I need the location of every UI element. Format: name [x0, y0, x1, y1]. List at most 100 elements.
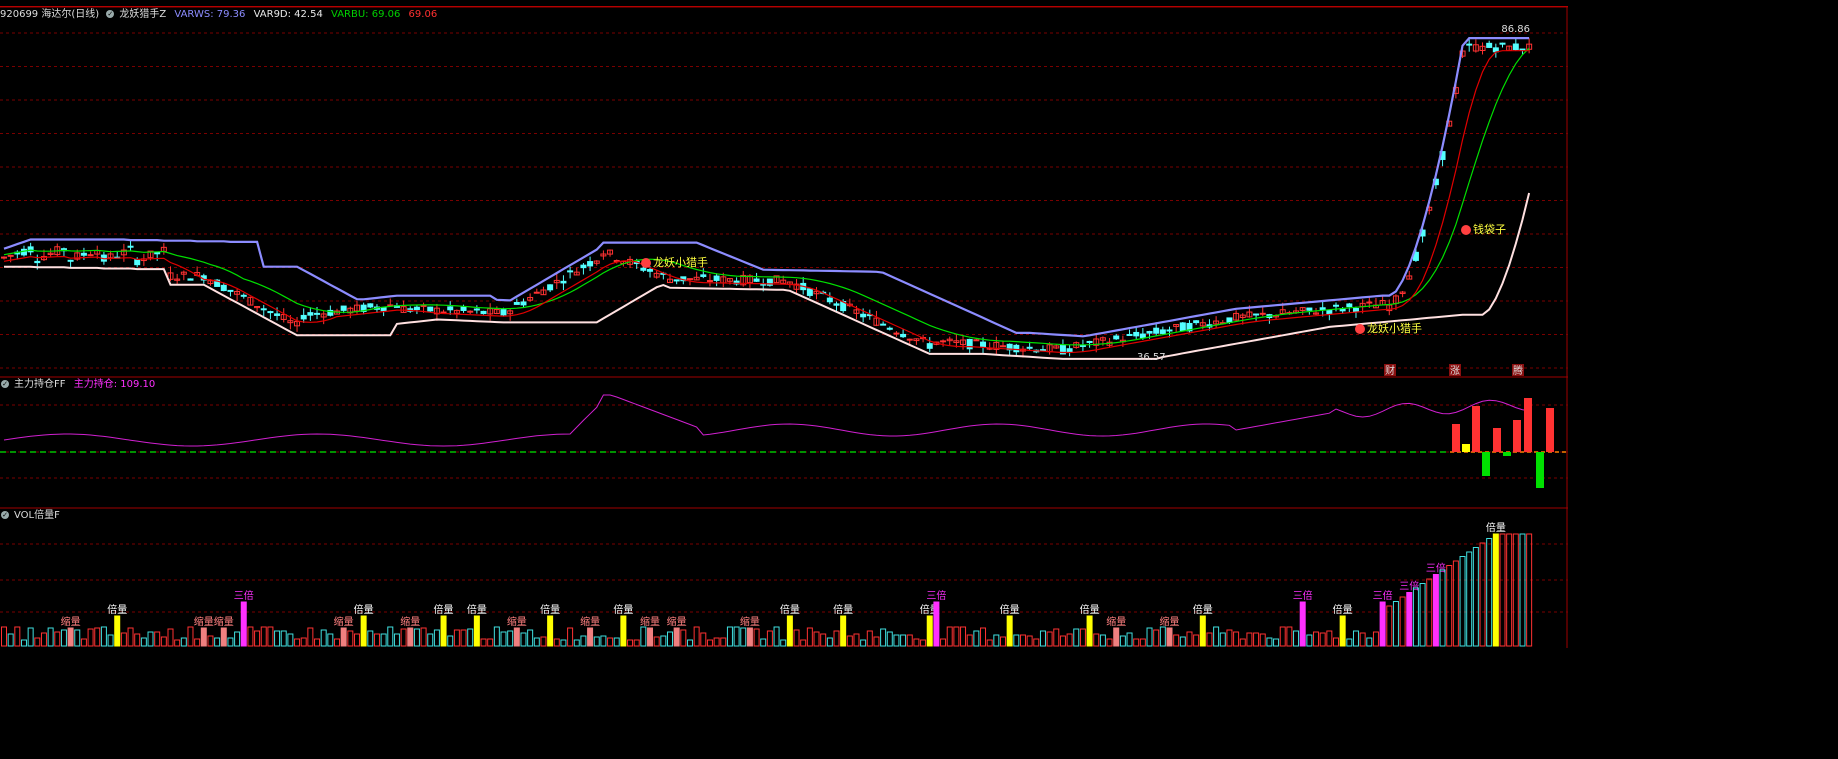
signal-mark-0: 财 — [1385, 364, 1395, 377]
volume-bar — [1339, 615, 1346, 647]
volume-bar — [713, 637, 720, 647]
varbu-value: VARBU: 69.06 — [331, 9, 401, 20]
volume-bar — [647, 627, 654, 647]
volume-bar — [1319, 632, 1326, 647]
candle-body — [1193, 320, 1200, 324]
volume-tag: 三倍 — [1373, 589, 1393, 602]
money-bag-tag-icon — [1461, 225, 1471, 235]
volume-bar — [1519, 533, 1526, 647]
candle-body — [380, 307, 387, 312]
volume-bar — [1466, 551, 1473, 647]
volume-bar — [1326, 630, 1333, 647]
volume-bar — [1399, 596, 1406, 647]
dragon-hunter-tag-1: 龙妖小猎手 — [653, 255, 708, 269]
candle-body — [806, 288, 813, 296]
volume-bar — [740, 627, 747, 647]
volume-bar — [986, 639, 993, 647]
volume-bar — [786, 615, 793, 647]
volume-bar — [513, 627, 520, 647]
volume-bar — [107, 634, 114, 647]
candle-body — [340, 305, 347, 311]
candle-body — [640, 267, 647, 271]
candle-body — [1126, 333, 1133, 336]
volume-bar — [1406, 592, 1413, 647]
vol-panel-header: ✓ VOL倍量F — [0, 509, 65, 523]
volume-bar — [407, 627, 414, 647]
volume-tag: 倍量 — [467, 603, 487, 616]
volume-bar — [7, 633, 14, 647]
volume-bar — [573, 639, 580, 647]
candle-body — [567, 270, 574, 273]
stock-chart: 86.8636.57龙妖小猎手龙妖小猎手钱袋子财涨腾缩量倍量缩量 缩量三倍缩量倍量… — [0, 6, 1568, 648]
candle-body — [880, 323, 887, 326]
volume-bar — [560, 639, 567, 647]
volume-bar — [1372, 631, 1379, 647]
volume-bar — [793, 629, 800, 647]
volume-bar — [860, 639, 867, 647]
dragon-hunter-tag-1-icon — [641, 258, 651, 268]
volume-bar — [1293, 630, 1300, 647]
candle-body — [1326, 309, 1333, 315]
volume-bar — [1213, 626, 1220, 647]
candle-body — [314, 312, 321, 315]
vol-check-icon[interactable]: ✓ — [1, 511, 9, 519]
volume-bar — [813, 631, 820, 647]
candle-body — [1306, 307, 1313, 311]
mid-panel-header: ✓ 主力持仓FF 主力持仓: 109.10 — [0, 378, 160, 392]
candle-body — [447, 306, 454, 311]
volume-bar — [1000, 636, 1006, 647]
volume-bar — [1492, 533, 1499, 647]
candle-body — [420, 304, 427, 307]
candle-body — [533, 291, 540, 294]
indicator-name[interactable]: 龙妖猎手Z — [119, 9, 166, 20]
candle-body — [274, 313, 281, 316]
volume-bar — [1193, 634, 1200, 647]
position-bar — [1493, 428, 1501, 452]
volume-tag: 缩量 — [640, 615, 660, 628]
volume-bar — [686, 639, 693, 647]
candle-body — [300, 314, 307, 320]
candle-body — [1133, 331, 1140, 337]
volume-bar — [267, 626, 274, 647]
volume-bar — [40, 632, 47, 647]
volume-bar — [1446, 565, 1453, 647]
volume-bar — [567, 627, 574, 647]
candle-body — [706, 280, 713, 283]
volume-bar — [1506, 533, 1513, 647]
volume-tag: 三倍 — [1293, 589, 1313, 602]
volume-bar — [966, 634, 973, 647]
volume-bar — [613, 637, 620, 647]
candle-body — [940, 340, 947, 343]
volume-tag: 缩量 — [740, 615, 760, 628]
candle-body — [7, 254, 14, 257]
volume-bar — [1439, 569, 1446, 647]
volume-bar — [1179, 636, 1186, 647]
candle-body — [547, 284, 554, 291]
volume-bar — [1226, 629, 1233, 647]
candle-body — [473, 308, 480, 311]
volume-bar — [400, 628, 407, 647]
volume-bar — [140, 637, 147, 647]
candle-body — [187, 278, 194, 281]
volume-bar — [1139, 638, 1146, 647]
volume-bar — [607, 637, 614, 647]
position-bar — [1546, 408, 1554, 452]
vol-panel-title[interactable]: VOL倍量F — [14, 510, 60, 521]
signal-mark-2: 腾 — [1513, 364, 1523, 377]
volume-tag: 倍量 — [1193, 603, 1213, 616]
volume-bar — [500, 631, 507, 647]
candle-body — [520, 301, 527, 306]
volume-tag: 倍量 — [1486, 521, 1506, 534]
volume-bar — [473, 615, 480, 647]
volume-bar — [114, 615, 121, 647]
main-position-line — [3, 394, 1530, 447]
candle-body — [1166, 329, 1173, 332]
volume-bar — [1, 626, 7, 647]
volume-tag: 倍量 — [1000, 603, 1020, 616]
volume-bar — [194, 638, 201, 647]
volume-bar — [906, 634, 913, 647]
mid-panel-title[interactable]: 主力持仓FF — [14, 379, 66, 390]
indicator-check-icon[interactable]: ✓ — [106, 10, 115, 18]
volume-bar — [533, 637, 540, 647]
mid-check-icon[interactable]: ✓ — [1, 380, 9, 388]
